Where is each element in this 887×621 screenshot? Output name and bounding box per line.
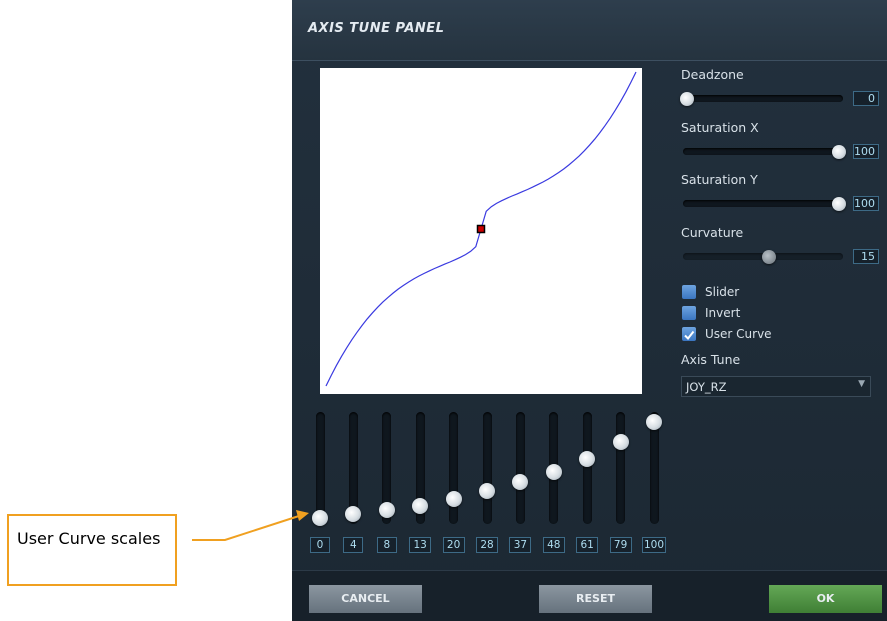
deadzone-slider[interactable] <box>683 95 843 102</box>
deadzone-label: Deadzone <box>681 67 744 82</box>
user-curve-knob-5[interactable] <box>479 483 495 500</box>
center-marker <box>476 224 486 234</box>
user-curve-knob-7[interactable] <box>545 463 562 480</box>
user-curve-knob-0[interactable] <box>312 510 328 526</box>
saturation-x-label: Saturation X <box>681 120 759 135</box>
user-curve-checkbox[interactable] <box>682 327 696 341</box>
user-curve-slider-5[interactable] <box>482 412 492 524</box>
axis-tune-label: Axis Tune <box>681 352 741 367</box>
user-curve-knob-4[interactable] <box>445 490 462 507</box>
user-curve-checkbox-label: User Curve <box>705 327 772 341</box>
axis-tune-panel: AXIS TUNE PANEL Deadzone 0 Saturation X … <box>292 0 887 621</box>
deadzone-knob[interactable] <box>680 92 694 106</box>
user-curve-slider-4[interactable] <box>449 412 459 524</box>
panel-titlebar: AXIS TUNE PANEL <box>292 0 887 61</box>
user-curve-value-10[interactable]: 100 <box>642 537 666 553</box>
chevron-down-icon: ▼ <box>858 379 865 389</box>
axis-tune-selected: JOY_RZ <box>686 380 727 394</box>
user-curve-slider-0[interactable] <box>315 412 325 524</box>
user-curve-value-4[interactable]: 20 <box>442 537 465 553</box>
cancel-button[interactable]: CANCEL <box>309 585 422 613</box>
user-curve-slider-6[interactable] <box>515 412 525 524</box>
deadzone-value[interactable]: 0 <box>853 91 879 106</box>
reset-button[interactable]: RESET <box>539 585 652 613</box>
curvature-label: Curvature <box>681 225 744 240</box>
user-curve-slider-8[interactable] <box>582 412 592 524</box>
user-curve-value-2[interactable]: 8 <box>376 537 397 553</box>
user-curve-value-3[interactable]: 13 <box>409 537 432 553</box>
user-curve-slider-9[interactable] <box>616 412 626 524</box>
invert-checkbox-label: Invert <box>705 306 741 320</box>
saturation-x-slider[interactable] <box>683 148 843 155</box>
user-curve-value-8[interactable]: 61 <box>576 537 599 553</box>
ok-button[interactable]: OK <box>769 585 882 613</box>
slider-checkbox[interactable] <box>682 285 696 299</box>
slider-checkbox-label: Slider <box>705 285 740 299</box>
user-curve-knob-1[interactable] <box>345 506 362 523</box>
saturation-y-value[interactable]: 100 <box>853 196 879 211</box>
saturation-y-label: Saturation Y <box>681 172 758 187</box>
callout-text: User Curve scales <box>17 529 161 548</box>
curve-graph <box>325 71 637 387</box>
user-curve-knob-9[interactable] <box>612 434 629 451</box>
user-curve-value-1[interactable]: 4 <box>343 537 364 553</box>
user-curve-knob-3[interactable] <box>412 497 429 514</box>
saturation-y-slider[interactable] <box>683 200 843 207</box>
curvature-knob[interactable] <box>762 250 777 264</box>
user-curve-value-5[interactable]: 28 <box>476 537 498 553</box>
saturation-x-value[interactable]: 100 <box>853 144 879 159</box>
saturation-x-knob[interactable] <box>832 145 846 159</box>
checkmark-icon <box>684 330 695 341</box>
user-curve-knob-6[interactable] <box>512 474 529 491</box>
curvature-value[interactable]: 15 <box>853 249 879 264</box>
panel-title: AXIS TUNE PANEL <box>308 21 445 36</box>
annotation-callout: User Curve scales <box>7 514 177 586</box>
user-curve-knob-8[interactable] <box>579 451 596 468</box>
user-curve-knob-10[interactable] <box>646 414 662 430</box>
invert-checkbox[interactable] <box>682 306 696 320</box>
axis-tune-select[interactable]: JOY_RZ ▼ <box>681 376 871 397</box>
user-curve-value-9[interactable]: 79 <box>609 537 632 553</box>
curve-preview <box>320 68 642 394</box>
user-curve-value-0[interactable]: 0 <box>310 537 330 553</box>
user-curve-knob-2[interactable] <box>378 502 395 519</box>
user-curve-value-6[interactable]: 37 <box>509 537 532 553</box>
saturation-y-knob[interactable] <box>832 197 846 211</box>
user-curve-value-7[interactable]: 48 <box>542 537 565 553</box>
